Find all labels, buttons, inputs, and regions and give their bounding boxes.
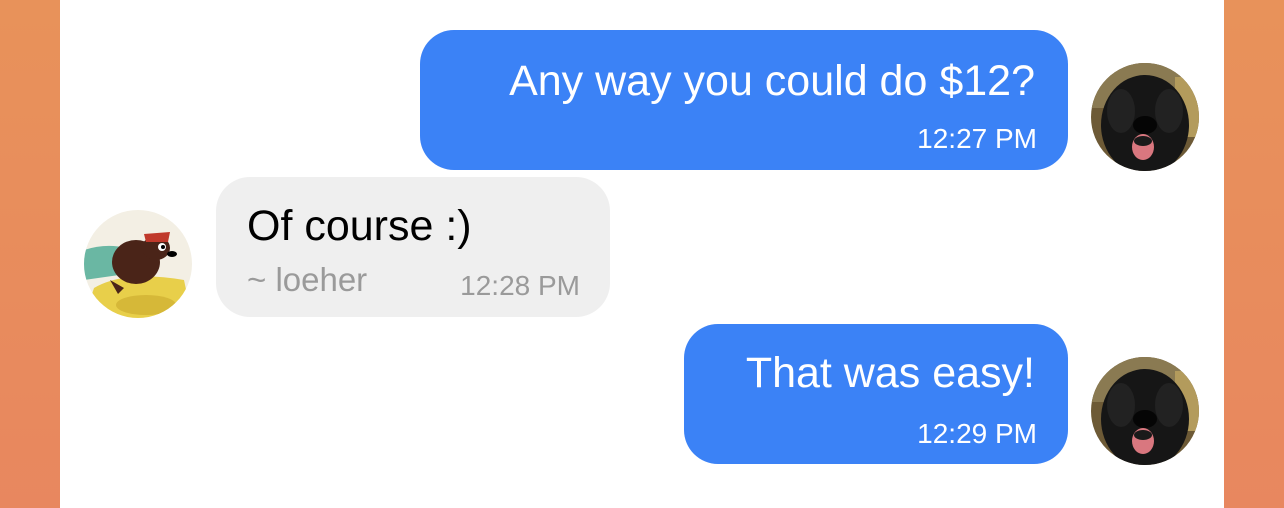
black-dog-avatar-icon <box>1091 357 1199 465</box>
message-text: That was easy! <box>745 349 1035 397</box>
message-bubble-incoming[interactable]: Of course :) ~ loeher 12:28 PM <box>216 177 610 317</box>
avatar[interactable] <box>1091 63 1199 171</box>
message-timestamp: 12:28 PM <box>460 270 580 301</box>
cartoon-dog-driver-avatar-icon <box>84 210 192 318</box>
message-timestamp: 12:29 PM <box>917 418 1037 449</box>
message-text: Of course :) <box>247 202 472 250</box>
message-timestamp: 12:27 PM <box>917 123 1037 154</box>
message-bubble-outgoing[interactable]: That was easy! 12:29 PM <box>684 324 1068 464</box>
avatar[interactable] <box>84 210 192 318</box>
message-sender: ~ loeher <box>247 261 368 298</box>
message-text: Any way you could do $12? <box>509 57 1035 105</box>
black-dog-avatar-icon <box>1091 63 1199 171</box>
chat-panel: Any way you could do $12? 12:27 PM Of co… <box>60 0 1224 508</box>
avatar[interactable] <box>1091 357 1199 465</box>
message-bubble-outgoing[interactable]: Any way you could do $12? 12:27 PM <box>420 30 1068 170</box>
